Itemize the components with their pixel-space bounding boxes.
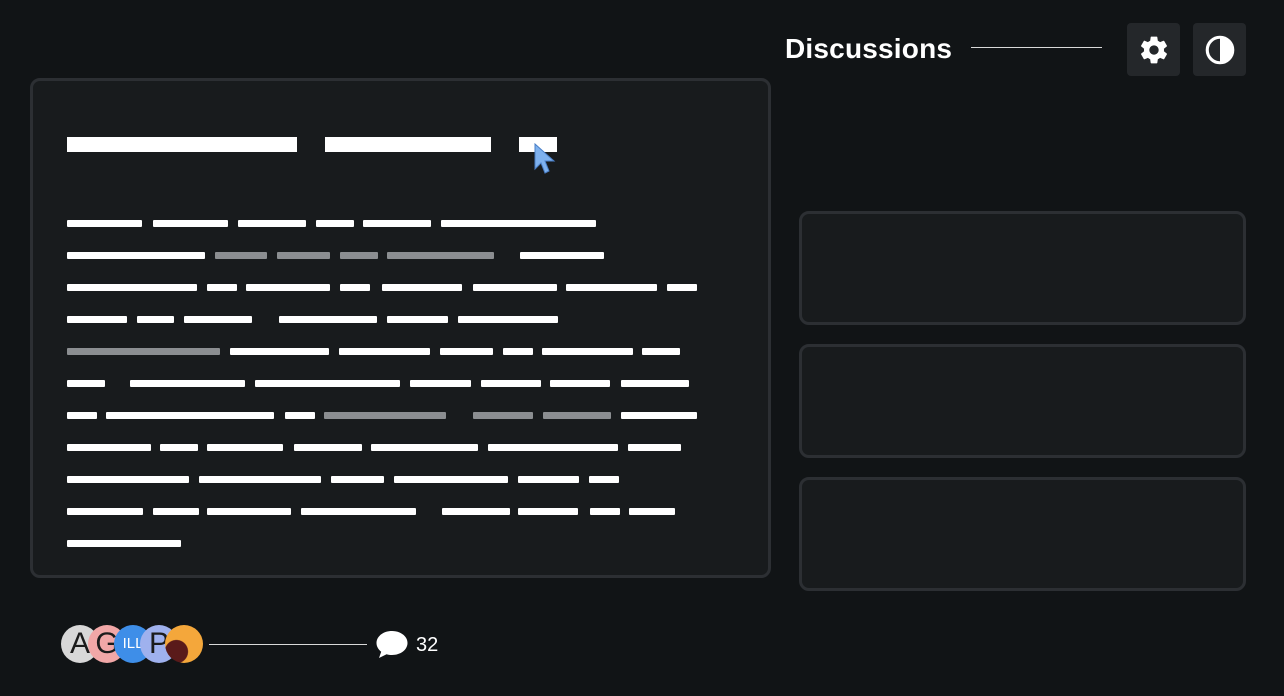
- text-line-segment: [255, 380, 400, 387]
- text-line-segment: [520, 252, 604, 259]
- text-line-segment: [301, 508, 416, 515]
- text-line-segment: [215, 252, 267, 259]
- footer-divider: [209, 644, 367, 645]
- text-line-segment: [246, 284, 330, 291]
- text-line-segment: [387, 252, 494, 259]
- discussion-card[interactable]: [30, 78, 771, 578]
- text-line-segment: [199, 476, 321, 483]
- text-line-segment: [394, 476, 508, 483]
- text-line-segment: [137, 316, 174, 323]
- text-line-segment: [238, 220, 306, 227]
- text-line-segment: [621, 412, 697, 419]
- text-line-segment: [207, 444, 283, 451]
- discussion-card-placeholder[interactable]: [799, 344, 1246, 458]
- text-line-segment: [67, 444, 151, 451]
- contrast-icon: [1205, 35, 1234, 64]
- page-title: Discussions: [785, 33, 953, 64]
- text-line-segment: [387, 316, 448, 323]
- text-line-segment: [67, 476, 189, 483]
- text-line-segment: [473, 412, 533, 419]
- text-line-segment: [542, 348, 633, 355]
- title-divider: [971, 47, 1102, 48]
- text-line-segment: [518, 476, 579, 483]
- text-line-segment: [410, 380, 471, 387]
- text-line-segment: [153, 220, 228, 227]
- text-line-segment: [440, 348, 493, 355]
- text-line-segment: [324, 412, 446, 419]
- text-line-segment: [67, 508, 143, 515]
- text-line-segment: [339, 348, 430, 355]
- theme-toggle-button[interactable]: [1193, 23, 1246, 76]
- text-line-segment: [371, 444, 478, 451]
- text-line-segment: [67, 348, 220, 355]
- text-line-segment: [628, 444, 681, 451]
- text-line-segment: [153, 508, 199, 515]
- discussion-card-placeholder[interactable]: [799, 477, 1246, 591]
- speech-bubble-icon: [376, 631, 408, 658]
- text-line-segment: [518, 508, 578, 515]
- mouse-cursor-icon: [534, 143, 556, 174]
- heading-word: [325, 137, 491, 152]
- text-line-segment: [67, 284, 197, 291]
- text-line-segment: [67, 412, 97, 419]
- text-line-segment: [294, 444, 362, 451]
- text-line-segment: [67, 380, 105, 387]
- discussion-card-placeholder[interactable]: [799, 211, 1246, 325]
- text-line-segment: [67, 252, 205, 259]
- text-line-segment: [629, 508, 675, 515]
- text-line-segment: [277, 252, 330, 259]
- text-line-segment: [340, 252, 378, 259]
- text-line-segment: [621, 380, 689, 387]
- text-line-segment: [543, 412, 611, 419]
- text-line-segment: [382, 284, 462, 291]
- comment-count: 32: [416, 634, 439, 656]
- text-line-segment: [67, 316, 127, 323]
- text-line-segment: [160, 444, 198, 451]
- text-line-segment: [667, 284, 697, 291]
- text-line-segment: [340, 284, 370, 291]
- text-line-segment: [473, 284, 557, 291]
- text-line-segment: [590, 508, 620, 515]
- text-line-segment: [642, 348, 680, 355]
- gear-icon: [1140, 36, 1167, 63]
- text-line-segment: [207, 508, 291, 515]
- text-line-segment: [67, 220, 142, 227]
- settings-button[interactable]: [1127, 23, 1180, 76]
- heading-word: [67, 137, 297, 152]
- text-line-segment: [363, 220, 431, 227]
- text-line-segment: [279, 316, 377, 323]
- text-line-segment: [441, 220, 596, 227]
- text-line-segment: [458, 316, 558, 323]
- text-line-segment: [184, 316, 252, 323]
- text-line-segment: [331, 476, 384, 483]
- text-line-segment: [285, 412, 315, 419]
- text-line-segment: [442, 508, 510, 515]
- text-line-segment: [550, 380, 610, 387]
- text-line-segment: [589, 476, 619, 483]
- text-line-segment: [316, 220, 354, 227]
- text-line-segment: [230, 348, 329, 355]
- text-line-segment: [503, 348, 533, 355]
- text-line-segment: [106, 412, 274, 419]
- text-line-segment: [481, 380, 541, 387]
- text-line-segment: [488, 444, 618, 451]
- text-line-segment: [130, 380, 245, 387]
- text-line-segment: [207, 284, 237, 291]
- text-line-segment: [566, 284, 657, 291]
- text-line-segment: [67, 540, 181, 547]
- avatar[interactable]: [165, 625, 203, 663]
